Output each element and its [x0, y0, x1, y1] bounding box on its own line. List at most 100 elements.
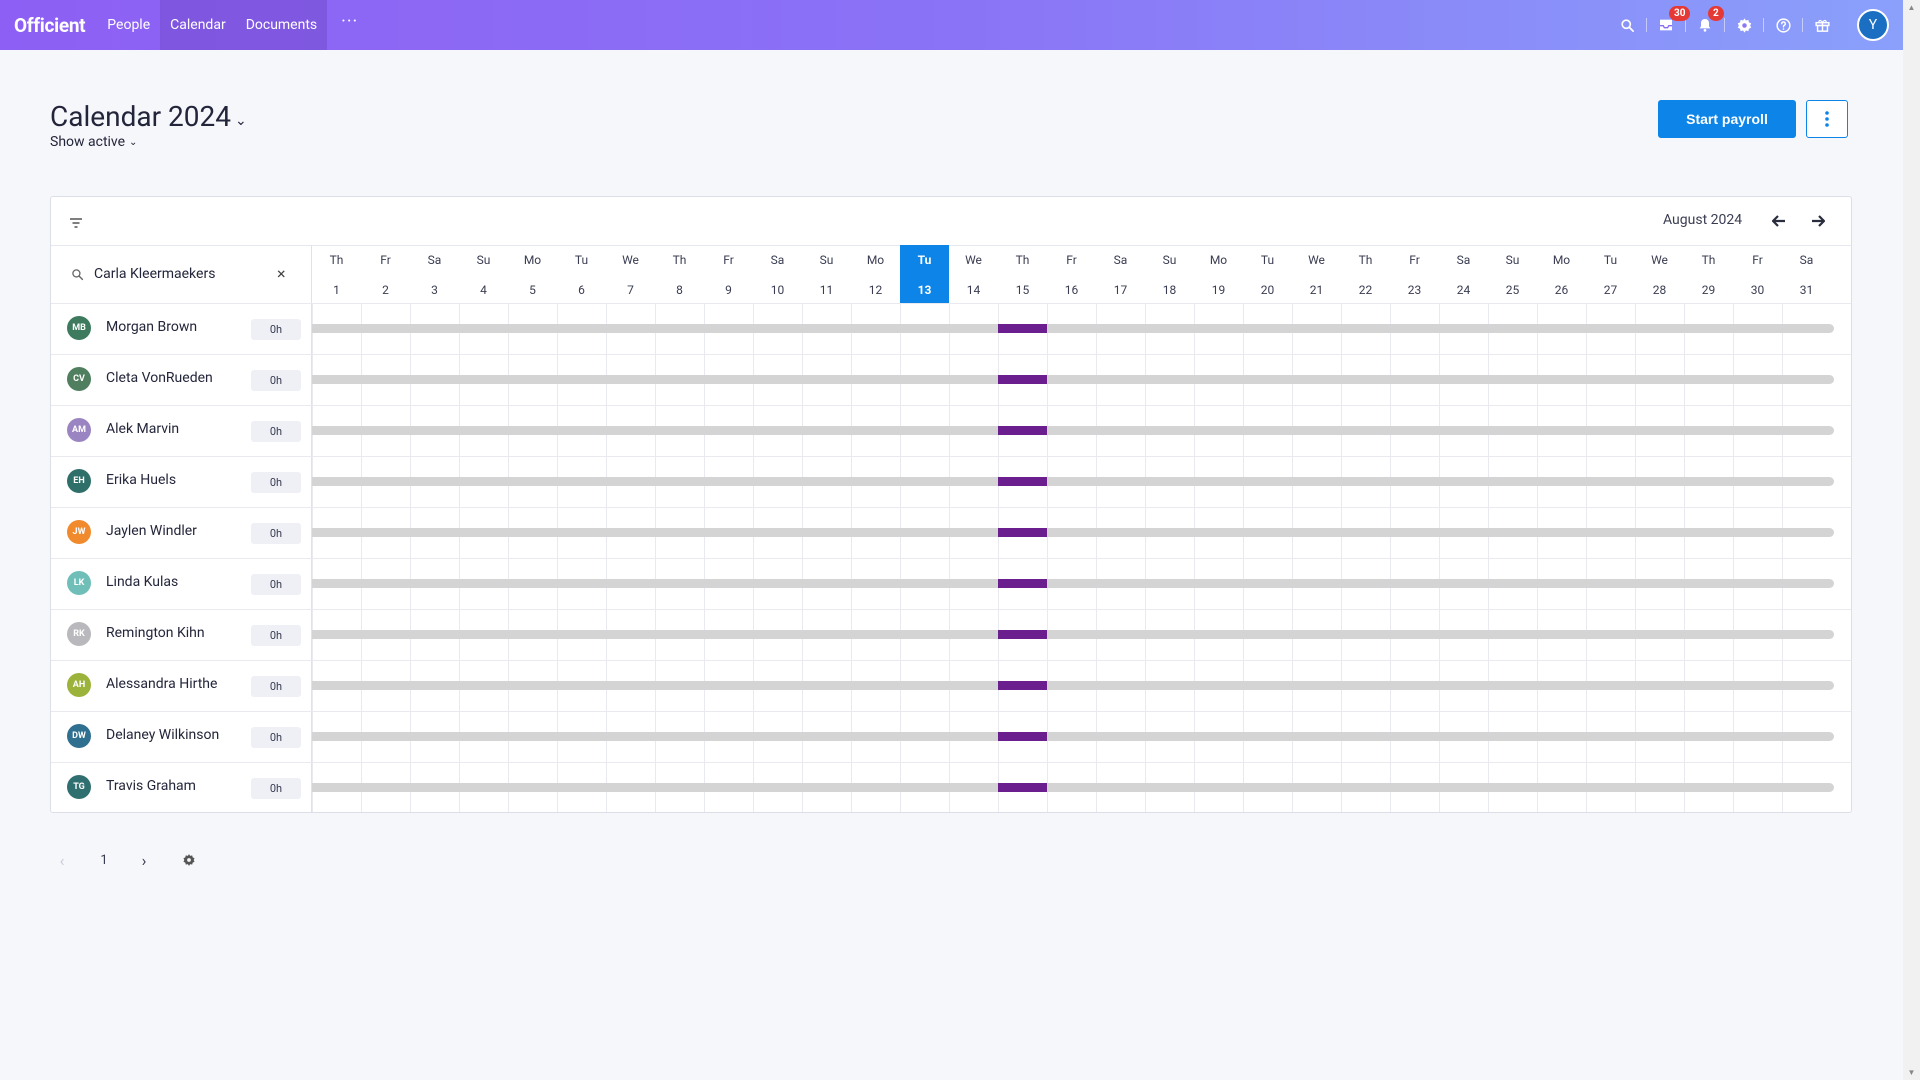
employee-avatar[interactable]: LK: [67, 571, 91, 595]
table-settings-gear-icon[interactable]: [182, 853, 196, 867]
day-column-header[interactable]: Fr 16: [1047, 245, 1096, 303]
availability-bar[interactable]: [312, 324, 1834, 333]
employee-row[interactable]: AM Alek Marvin 0h: [51, 405, 1851, 457]
employee-search-input[interactable]: [92, 265, 266, 283]
employee-name[interactable]: Alek Marvin: [106, 421, 179, 437]
employee-avatar[interactable]: AM: [67, 418, 91, 442]
page-scrollbar[interactable]: ▲ ▼: [1903, 0, 1920, 1080]
holiday-marker[interactable]: [998, 375, 1047, 384]
employee-avatar[interactable]: RK: [67, 622, 91, 646]
day-column-header[interactable]: We 7: [606, 245, 655, 303]
employee-row[interactable]: CV Cleta VonRueden 0h: [51, 354, 1851, 406]
notifications-button[interactable]: 2: [1686, 0, 1724, 50]
employee-name[interactable]: Linda Kulas: [106, 574, 178, 590]
day-column-header[interactable]: Sa 3: [410, 245, 459, 303]
scroll-down-arrow-icon[interactable]: ▼: [1903, 1065, 1920, 1080]
availability-bar[interactable]: [312, 681, 1834, 690]
page-title-dropdown[interactable]: Calendar 2024 ⌄: [50, 100, 247, 133]
employee-name[interactable]: Morgan Brown: [106, 319, 197, 335]
holiday-marker[interactable]: [998, 630, 1047, 639]
employee-avatar[interactable]: EH: [67, 469, 91, 493]
day-column-header[interactable]: Su 18: [1145, 245, 1194, 303]
day-column-header[interactable]: Mo 19: [1194, 245, 1243, 303]
holiday-marker[interactable]: [998, 477, 1047, 486]
day-column-header[interactable]: Su 4: [459, 245, 508, 303]
day-column-header[interactable]: Mo 12: [851, 245, 900, 303]
day-column-header[interactable]: Tu 27: [1586, 245, 1635, 303]
user-avatar[interactable]: Y: [1857, 9, 1889, 41]
status-filter-dropdown[interactable]: Show active ⌄: [50, 134, 137, 150]
day-column-header[interactable]: Sa 10: [753, 245, 802, 303]
day-column-header[interactable]: We 21: [1292, 245, 1341, 303]
day-column-header[interactable]: Th 15: [998, 245, 1047, 303]
employee-name[interactable]: Alessandra Hirthe: [106, 676, 217, 692]
employee-avatar[interactable]: MB: [67, 316, 91, 340]
day-column-header[interactable]: Sa 24: [1439, 245, 1488, 303]
start-payroll-button[interactable]: Start payroll: [1658, 100, 1796, 138]
day-column-header[interactable]: Su 25: [1488, 245, 1537, 303]
employee-row[interactable]: RK Remington Kihn 0h: [51, 609, 1851, 661]
nav-people[interactable]: People: [97, 0, 160, 50]
employee-row[interactable]: AH Alessandra Hirthe 0h: [51, 660, 1851, 712]
employee-avatar[interactable]: DW: [67, 724, 91, 748]
employee-avatar[interactable]: JW: [67, 520, 91, 544]
more-menu-button[interactable]: ···: [327, 0, 372, 50]
day-column-header[interactable]: Su 11: [802, 245, 851, 303]
day-column-header[interactable]: We 14: [949, 245, 998, 303]
availability-bar[interactable]: [312, 426, 1834, 435]
employee-row[interactable]: JW Jaylen Windler 0h: [51, 507, 1851, 559]
day-column-header[interactable]: Mo 26: [1537, 245, 1586, 303]
employee-row[interactable]: TG Travis Graham 0h: [51, 762, 1851, 812]
next-month-button[interactable]: [1806, 209, 1830, 233]
employee-name[interactable]: Jaylen Windler: [106, 523, 197, 539]
clear-search-icon[interactable]: ×: [277, 264, 286, 283]
day-column-header[interactable]: Tu 20: [1243, 245, 1292, 303]
whats-new-button[interactable]: [1803, 0, 1841, 50]
previous-page-button[interactable]: ‹: [50, 851, 74, 870]
more-actions-button[interactable]: [1806, 100, 1848, 138]
employee-row[interactable]: MB Morgan Brown 0h: [51, 303, 1851, 355]
holiday-marker[interactable]: [998, 579, 1047, 588]
day-column-header[interactable]: Tu 13: [900, 245, 949, 303]
day-column-header[interactable]: Th 29: [1684, 245, 1733, 303]
availability-bar[interactable]: [312, 375, 1834, 384]
employee-row[interactable]: DW Delaney Wilkinson 0h: [51, 711, 1851, 763]
employee-name[interactable]: Cleta VonRueden: [106, 370, 213, 386]
nav-calendar[interactable]: Calendar: [160, 0, 236, 50]
day-column-header[interactable]: Th 22: [1341, 245, 1390, 303]
employee-row[interactable]: EH Erika Huels 0h: [51, 456, 1851, 508]
previous-month-button[interactable]: [1767, 209, 1791, 233]
filter-icon[interactable]: [69, 214, 83, 233]
app-logo[interactable]: Officient: [14, 14, 86, 37]
help-button[interactable]: [1764, 0, 1802, 50]
inbox-button[interactable]: 30: [1647, 0, 1691, 50]
holiday-marker[interactable]: [998, 528, 1047, 537]
day-column-header[interactable]: Tu 6: [557, 245, 606, 303]
employee-name[interactable]: Erika Huels: [106, 472, 176, 488]
nav-documents[interactable]: Documents: [235, 0, 328, 50]
settings-button[interactable]: [1725, 0, 1763, 50]
employee-row[interactable]: LK Linda Kulas 0h: [51, 558, 1851, 610]
next-page-button[interactable]: ›: [132, 851, 156, 870]
employee-avatar[interactable]: CV: [67, 367, 91, 391]
holiday-marker[interactable]: [998, 324, 1047, 333]
current-page-number[interactable]: 1: [94, 853, 114, 868]
employee-avatar[interactable]: AH: [67, 673, 91, 697]
availability-bar[interactable]: [312, 528, 1834, 537]
employee-name[interactable]: Delaney Wilkinson: [106, 727, 219, 743]
availability-bar[interactable]: [312, 783, 1834, 792]
employee-name[interactable]: Remington Kihn: [106, 625, 205, 641]
availability-bar[interactable]: [312, 579, 1834, 588]
employee-name[interactable]: Travis Graham: [106, 778, 196, 794]
employee-avatar[interactable]: TG: [67, 775, 91, 799]
day-column-header[interactable]: Th 8: [655, 245, 704, 303]
availability-bar[interactable]: [312, 477, 1834, 486]
day-column-header[interactable]: Fr 9: [704, 245, 753, 303]
day-column-header[interactable]: We 28: [1635, 245, 1684, 303]
holiday-marker[interactable]: [998, 681, 1047, 690]
day-column-header[interactable]: Fr 23: [1390, 245, 1439, 303]
scroll-up-arrow-icon[interactable]: ▲: [1903, 0, 1920, 15]
holiday-marker[interactable]: [998, 783, 1047, 792]
day-column-header[interactable]: Th 1: [312, 245, 361, 303]
day-column-header[interactable]: Fr 2: [361, 245, 410, 303]
